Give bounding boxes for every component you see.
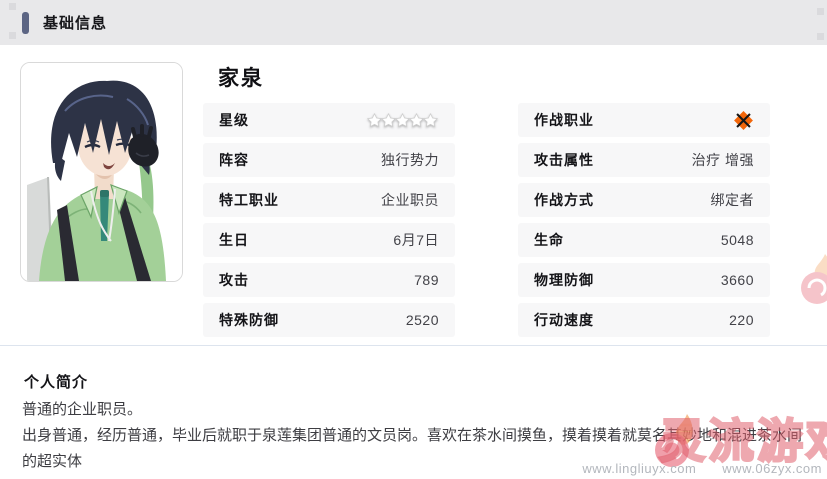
artifact-dot (9, 3, 16, 10)
stat-label: 作战职业 (534, 110, 594, 130)
stat-value: 220 (729, 312, 754, 328)
class-orange-diamond-cross-icon (733, 110, 754, 131)
stat-value: 3660 (721, 272, 754, 288)
stat-row-special-defense: 特殊防御 2520 (203, 303, 455, 337)
stat-value: 2520 (406, 312, 439, 328)
stat-row-faction: 阵容 独行势力 (203, 143, 455, 177)
star-icon (422, 112, 439, 129)
stats-column-right: 作战职业 攻击属性 治疗 增强 作战方式 绑定者 生命 5048 物理防御 36… (518, 103, 770, 337)
profile-title: 个人简介 (24, 371, 88, 392)
stat-value: 5048 (721, 232, 754, 248)
stat-value: 独行势力 (381, 150, 439, 170)
section-divider (0, 345, 827, 346)
stat-label: 物理防御 (534, 270, 594, 290)
stat-value: 789 (414, 272, 439, 288)
stat-label: 攻击属性 (534, 150, 594, 170)
stat-value: 治疗 增强 (692, 150, 754, 170)
stat-label: 特工职业 (219, 190, 279, 210)
stat-value: 6月7日 (393, 230, 439, 250)
stat-row-speed: 行动速度 220 (518, 303, 770, 337)
star-rating (369, 112, 439, 129)
combat-class-icon-wrap (733, 110, 754, 131)
section-accent-bar (22, 12, 29, 34)
stat-label: 生日 (219, 230, 249, 250)
stat-row-attack: 攻击 789 (203, 263, 455, 297)
stat-row-agent-job: 特工职业 企业职员 (203, 183, 455, 217)
stat-row-hp: 生命 5048 (518, 223, 770, 257)
artifact-dot (9, 32, 16, 39)
watermark-url-2: www.06zyx.com (722, 461, 822, 476)
page: 基础信息 (0, 0, 827, 479)
section-title: 基础信息 (43, 12, 107, 33)
stat-row-birthday: 生日 6月7日 (203, 223, 455, 257)
stat-row-attack-attribute: 攻击属性 治疗 增强 (518, 143, 770, 177)
stat-label: 行动速度 (534, 310, 594, 330)
section-header: 基础信息 (0, 0, 827, 45)
watermark-logo-clipped (799, 252, 827, 306)
stat-row-physical-defense: 物理防御 3660 (518, 263, 770, 297)
stat-label: 星级 (219, 110, 249, 130)
profile-line: 普通的企业职员。 (22, 397, 814, 423)
stat-value: 绑定者 (711, 190, 755, 210)
stat-row-combat-class: 作战职业 (518, 103, 770, 137)
stat-label: 作战方式 (534, 190, 594, 210)
stat-value: 企业职员 (381, 190, 439, 210)
stat-label: 阵容 (219, 150, 249, 170)
watermark-url-1: www.lingliuyx.com (582, 461, 696, 476)
stat-label: 特殊防御 (219, 310, 279, 330)
portrait-illustration (21, 63, 182, 281)
stat-label: 生命 (534, 230, 564, 250)
stat-row-combat-style: 作战方式 绑定者 (518, 183, 770, 217)
stat-label: 攻击 (219, 270, 249, 290)
character-name: 家泉 (218, 62, 264, 92)
watermark-urls: www.lingliuyx.com www.06zyx.com (582, 461, 822, 476)
stats-column-left: 星级 阵容 独行势力 特工职业 企业职员 生日 6月7日 攻击 789 特 (203, 103, 455, 337)
character-portrait (20, 62, 183, 282)
artifact-dot (817, 33, 824, 40)
artifact-dot (817, 8, 824, 15)
stat-row-star-level: 星级 (203, 103, 455, 137)
